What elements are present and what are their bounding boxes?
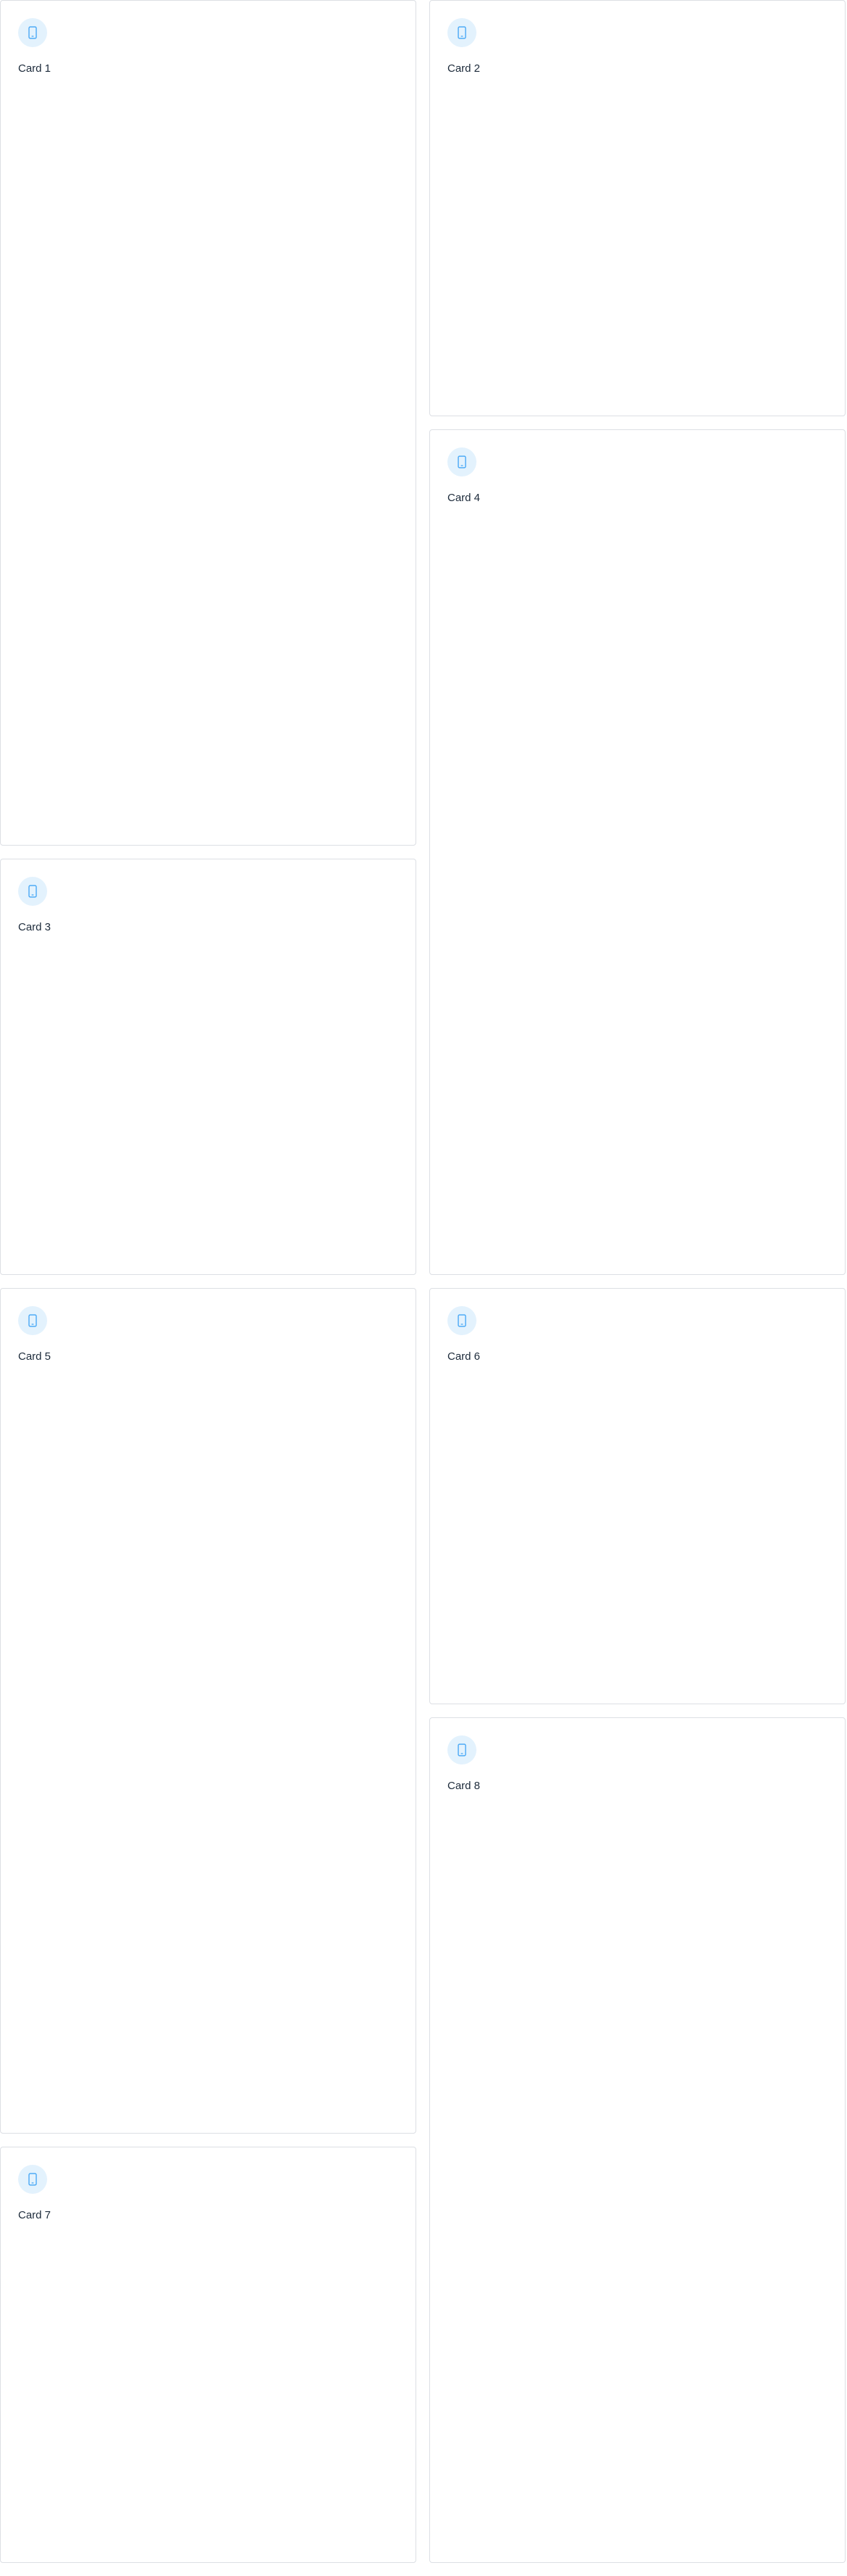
smartphone-icon <box>18 877 47 906</box>
left-column: Card 1 Card 3 Card 5 Card 7 <box>0 0 416 2576</box>
smartphone-icon <box>447 447 476 476</box>
smartphone-icon <box>18 1306 47 1335</box>
card-masonry-grid: Card 1 Card 3 Card 5 Card 7 Card 2 Card … <box>0 0 847 2564</box>
card-5[interactable]: Card 5 <box>0 1288 416 2134</box>
card-title: Card 1 <box>18 62 51 75</box>
right-column: Card 2 Card 4 Card 6 Card 8 <box>429 0 846 2576</box>
smartphone-icon <box>18 2165 47 2194</box>
card-title: Card 3 <box>18 921 51 933</box>
card-8[interactable]: Card 8 <box>429 1717 846 2563</box>
card-title: Card 6 <box>447 1350 481 1363</box>
card-title: Card 8 <box>447 1780 481 1792</box>
card-title: Card 4 <box>447 492 481 504</box>
smartphone-icon <box>447 1735 476 1764</box>
card-title: Card 2 <box>447 62 481 75</box>
card-6[interactable]: Card 6 <box>429 1288 846 1704</box>
card-title: Card 7 <box>18 2209 51 2221</box>
card-4[interactable]: Card 4 <box>429 429 846 1275</box>
card-2[interactable]: Card 2 <box>429 0 846 416</box>
smartphone-icon <box>18 18 47 47</box>
smartphone-icon <box>447 1306 476 1335</box>
card-title: Card 5 <box>18 1350 51 1363</box>
card-3[interactable]: Card 3 <box>0 859 416 1275</box>
smartphone-icon <box>447 18 476 47</box>
card-7[interactable]: Card 7 <box>0 2147 416 2563</box>
card-1[interactable]: Card 1 <box>0 0 416 846</box>
